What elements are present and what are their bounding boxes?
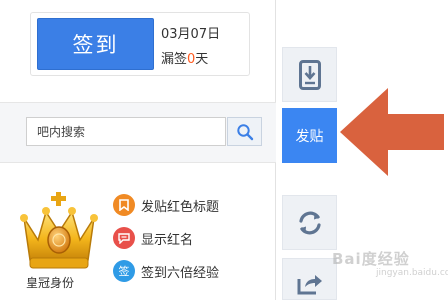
perk-red-name: 显示红名 <box>113 226 193 250</box>
search-button[interactable] <box>227 117 262 146</box>
refresh-button[interactable] <box>282 195 337 250</box>
bookmark-icon <box>113 194 135 216</box>
sign-icon: 签 <box>113 260 135 282</box>
search-area <box>0 103 276 163</box>
perk-label: 发贴红色标题 <box>141 199 220 215</box>
signin-missed-days: 漏签0天 <box>161 48 208 67</box>
search-input[interactable] <box>26 117 226 146</box>
missed-suffix: 天 <box>195 52 209 67</box>
arrow-annotation <box>340 88 444 176</box>
watermark-logo: Bai度经验 <box>332 250 410 268</box>
crown-label: 皇冠身份 <box>26 276 75 290</box>
perk-label: 签到六倍经验 <box>141 265 220 281</box>
refresh-icon <box>298 211 321 234</box>
left-panel: 签到 03月07日 漏签0天 吧内搜索 皇冠身份 发贴红色标题 显示红名 签 签… <box>0 0 276 300</box>
mobile-button[interactable] <box>282 47 337 102</box>
signin-date: 03月07日 <box>161 27 221 42</box>
watermark-url: jingyan.baidu.com <box>376 268 448 278</box>
signin-button[interactable]: 签到 <box>37 18 154 70</box>
missed-prefix: 漏签 <box>161 52 188 67</box>
perk-label: 显示红名 <box>141 232 194 248</box>
share-icon <box>297 275 322 295</box>
mobile-icon <box>298 59 321 90</box>
search-icon <box>236 123 253 140</box>
post-button[interactable]: 发贴 <box>282 108 337 163</box>
crown-icon <box>18 188 100 288</box>
chat-icon <box>113 227 135 249</box>
perk-red-title: 发贴红色标题 <box>113 193 219 217</box>
signin-box: 签到 03月07日 漏签0天 <box>30 12 250 76</box>
share-button[interactable] <box>282 258 337 300</box>
post-button-label: 发贴 <box>295 128 324 145</box>
perk-six-times-exp: 签 签到六倍经验 <box>113 259 219 283</box>
